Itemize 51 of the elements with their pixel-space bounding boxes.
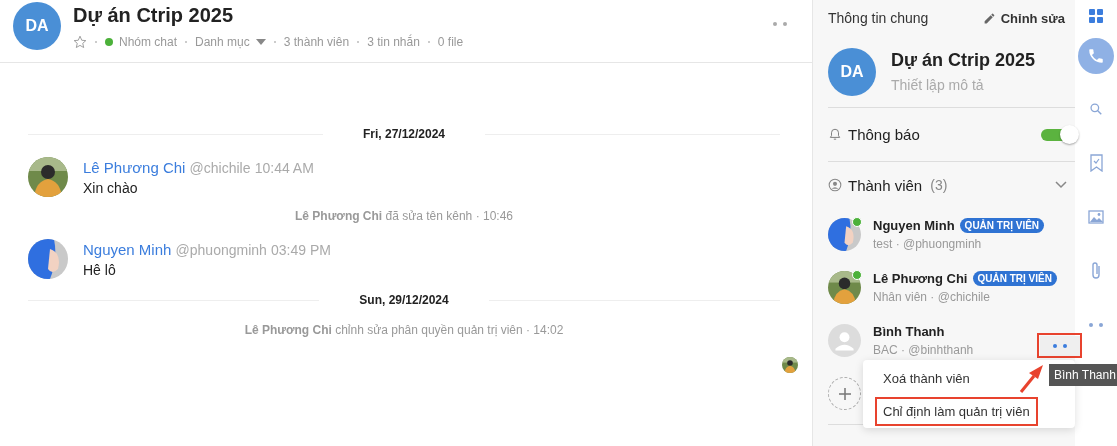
stat-text: 3 tin nhắn xyxy=(367,35,420,49)
arrow-drawing xyxy=(1019,364,1045,394)
member-subtitle: BAC · @binhthanh xyxy=(873,343,974,357)
member-name[interactable]: Lê Phương Chi xyxy=(873,271,968,286)
stat-text: 3 thành viên xyxy=(283,35,350,49)
panel-heading: Thông tin chung xyxy=(828,10,929,26)
message-time: 03:49 PM xyxy=(271,242,331,258)
system-message: Lê Phương Chi chỉnh sửa phân quyền quản trị viên · 14:02 xyxy=(244,323,564,337)
member-name[interactable]: Nguyen Minh xyxy=(873,218,955,233)
star-icon[interactable] xyxy=(73,35,87,49)
members-label: Thành viên xyxy=(848,176,923,194)
status-dot xyxy=(105,38,113,46)
member-subtitle: test · @phuongminh xyxy=(873,237,983,251)
message-text: Xin chào xyxy=(83,180,139,196)
date-separator: Sun, 29/12/2024 xyxy=(359,293,449,307)
admin-badge: QUẢN TRỊ VIÊN xyxy=(972,271,1057,286)
menu-item[interactable]: Xoá thành viên xyxy=(875,364,978,393)
sender-handle: @chichile xyxy=(189,160,251,176)
member-subtitle: Nhân viên · @chichile xyxy=(873,290,991,304)
menu-item[interactable]: Chỉ định làm quản trị viên xyxy=(875,397,1038,426)
chevron-icon[interactable] xyxy=(1055,181,1067,189)
tooltip: Bình Thanh xyxy=(1049,364,1117,386)
member-options-button[interactable] xyxy=(1040,336,1080,356)
bell-icon xyxy=(828,127,842,142)
stat-text: 0 file xyxy=(437,35,464,49)
member-name[interactable]: Bình Thanh xyxy=(873,324,945,339)
group-avatar: DA xyxy=(13,2,61,50)
sender-name[interactable]: Lê Phương Chi xyxy=(83,159,186,176)
more-icon[interactable] xyxy=(773,22,787,26)
sender-name[interactable]: Nguyen Minh xyxy=(83,241,172,258)
phone-icon[interactable] xyxy=(1078,38,1114,74)
user-circle-icon xyxy=(828,178,842,192)
caret-icon xyxy=(255,39,266,45)
plus-icon xyxy=(838,387,851,400)
notifications-label: Thông báo xyxy=(848,126,920,143)
more-icon xyxy=(1053,344,1067,348)
pencil-icon xyxy=(982,11,996,25)
edit-button[interactable]: Chỉnh sửa xyxy=(982,10,1065,26)
system-message: Lê Phương Chi đã sửa tên kênh · 10:46 xyxy=(295,209,513,223)
group-avatar: DA xyxy=(828,47,876,96)
message-text: Hê lô xyxy=(83,262,117,278)
date-separator: Fri, 27/12/2024 xyxy=(362,127,446,141)
highlight-box xyxy=(1037,333,1082,358)
group-title: Dự án Ctrip 2025 xyxy=(73,4,235,27)
chat-type: Nhóm chat xyxy=(119,35,178,49)
admin-badge: QUẢN TRỊ VIÊN xyxy=(959,218,1045,233)
sender-handle: @phuongminh xyxy=(175,242,267,258)
group-name: Dự án Ctrip 2025 xyxy=(891,50,1036,71)
message-time: 10:44 AM xyxy=(254,160,314,176)
default-avatar-icon xyxy=(828,324,861,357)
member-count: (3) xyxy=(930,177,948,193)
